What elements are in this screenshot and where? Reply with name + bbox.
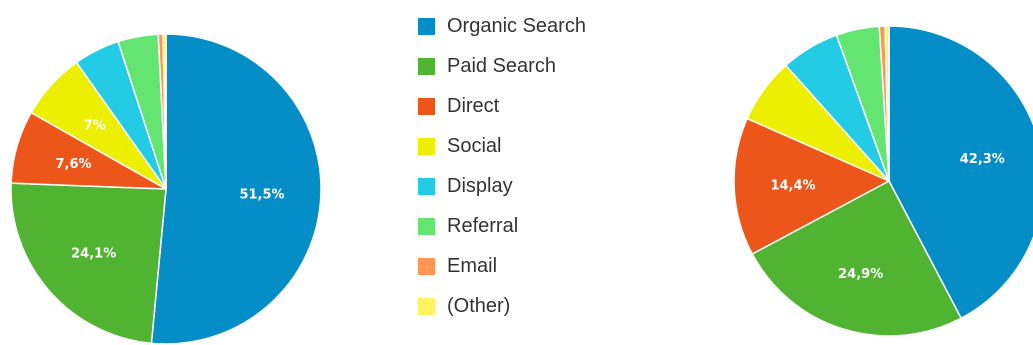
right-pie-data-label-direct: 14,4% (770, 179, 815, 194)
right-pie-data-label-paid-search: 24,9% (838, 267, 883, 282)
pie-chart-right: 42,3% 24,9% 14,4% (733, 25, 1033, 337)
right-pie-data-label-organic-search: 42,3% (960, 152, 1005, 167)
